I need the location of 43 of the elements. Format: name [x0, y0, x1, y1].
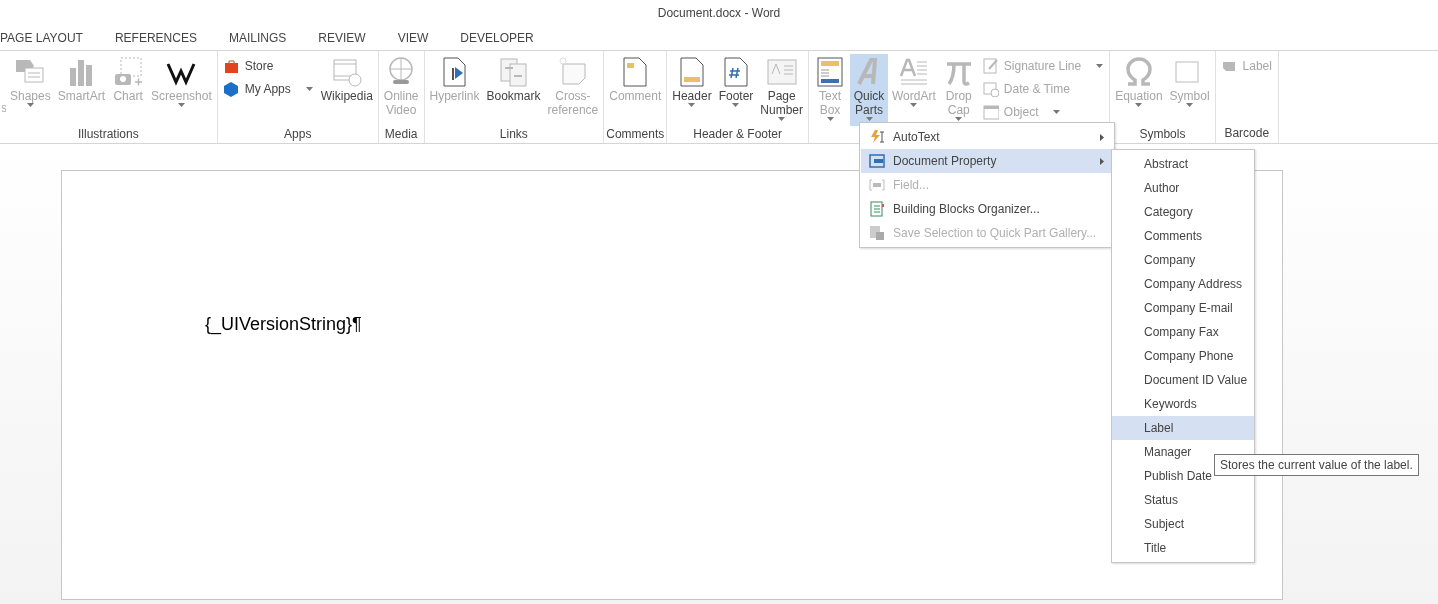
- menu-item[interactable]: Comments: [1112, 224, 1254, 248]
- ribbon-button[interactable]: Store: [223, 56, 313, 76]
- menu-item[interactable]: Author: [1112, 176, 1254, 200]
- group-label: Header & Footer: [693, 127, 782, 141]
- ribbon-tab[interactable]: REVIEW: [302, 26, 382, 50]
- menu-item[interactable]: Keywords: [1112, 392, 1254, 416]
- ribbon-button[interactable]: Wikipedia: [317, 54, 376, 126]
- ribbon-tab[interactable]: REFERENCES: [98, 26, 213, 50]
- group-label: Comments: [606, 127, 665, 141]
- menu-item[interactable]: Category: [1112, 200, 1254, 224]
- ribbon-button[interactable]: Bookmark: [483, 54, 544, 126]
- document-text: {_UIVersionString}¶: [205, 314, 362, 335]
- group-label: Media: [384, 127, 418, 141]
- ribbon-tab[interactable]: VIEW: [381, 26, 445, 50]
- group-label: Links: [499, 127, 528, 141]
- group-label: Illustrations: [78, 127, 139, 141]
- ribbon-tab[interactable]: MAILINGS: [212, 26, 303, 50]
- menu-item[interactable]: Company Fax: [1112, 320, 1254, 344]
- ribbon-button[interactable]: My Apps: [223, 79, 313, 99]
- menu-item[interactable]: Building Blocks Organizer...: [861, 197, 1113, 221]
- menu-item[interactable]: Document Property: [861, 149, 1113, 173]
- menu-item[interactable]: Title: [1112, 536, 1254, 560]
- menu-item[interactable]: Company E-mail: [1112, 296, 1254, 320]
- window-title: Document.docx - Word: [656, 5, 782, 22]
- menu-item[interactable]: Label: [1112, 416, 1254, 440]
- menu-item[interactable]: AutoText: [861, 125, 1113, 149]
- menu-item[interactable]: Status: [1112, 488, 1254, 512]
- menu-item[interactable]: Abstract: [1112, 152, 1254, 176]
- ribbon-button[interactable]: Quick Parts: [850, 54, 888, 126]
- ribbon-tab[interactable]: PAGE LAYOUT: [0, 26, 99, 50]
- menu-item[interactable]: Subject: [1112, 512, 1254, 536]
- menu-item[interactable]: Company Address: [1112, 272, 1254, 296]
- ribbon-button[interactable]: Header: [669, 54, 715, 126]
- group-label: Symbols: [1139, 127, 1186, 141]
- menu-item[interactable]: Document ID Value: [1112, 368, 1254, 392]
- menu-item[interactable]: Company: [1112, 248, 1254, 272]
- menu-item[interactable]: Company Phone: [1112, 344, 1254, 368]
- tooltip: Stores the current value of the label.: [1214, 454, 1419, 476]
- ribbon-tab[interactable]: DEVELOPER: [444, 26, 550, 50]
- group-label: Apps: [284, 127, 312, 141]
- group-label: Barcode: [1224, 126, 1270, 140]
- ribbon-button[interactable]: Page Number: [757, 54, 806, 126]
- ribbon-button[interactable]: Footer: [715, 54, 757, 126]
